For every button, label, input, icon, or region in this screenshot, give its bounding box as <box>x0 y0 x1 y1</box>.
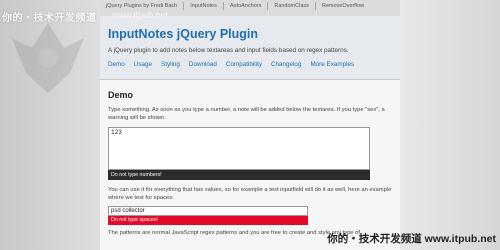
page-subtitle: A jQuery plugin to add notes below texta… <box>108 47 349 54</box>
page-header: InputNotes jQuery Plugin A jQuery plugin… <box>100 16 400 80</box>
nav-item-autoanchors[interactable]: AutoAnchors <box>224 1 269 10</box>
link-demo[interactable]: Demo <box>108 61 125 68</box>
link-styling[interactable]: Styling <box>161 61 180 68</box>
demo-intro: Type something. As soon as you type a nu… <box>108 107 385 121</box>
demo-section: Demo Type something. As soon as you type… <box>100 80 400 250</box>
demo-paragraph-spaces: You can use it for everything that has v… <box>108 187 392 201</box>
watermark-bottom-url: www.itpub.net <box>424 233 496 245</box>
nav-item-fredi-bach[interactable]: jQuery Plugins by Fredi Bach <box>100 1 185 10</box>
nav-item-inputnotes[interactable]: InputNotes <box>184 1 224 10</box>
nav-item-randomclass[interactable]: RandomClass <box>268 1 316 10</box>
link-usage[interactable]: Usage <box>134 61 152 68</box>
right-background <box>400 0 500 250</box>
textarea-note: Do not type numbers! <box>108 170 370 180</box>
watermark-bottom-brand: 你的・技术开发频道 <box>327 233 422 245</box>
link-changelog[interactable]: Changelog <box>271 61 301 68</box>
link-download[interactable]: Download <box>189 61 217 68</box>
demo-title: Demo <box>108 90 134 100</box>
section-links: Demo Usage Styling Download Compatibilit… <box>108 61 392 68</box>
watermark-top-url: www.itpub.net <box>112 10 169 20</box>
demo-input-field[interactable]: psd collector <box>108 206 308 216</box>
page-title: InputNotes jQuery Plugin <box>108 27 259 41</box>
nav-item-removeoverflow[interactable]: RemoveOverflow <box>316 2 370 10</box>
crest-icon <box>12 23 84 93</box>
watermark-top-brand: 你的・技术开发频道 <box>2 13 97 24</box>
link-more-examples[interactable]: More Examples <box>310 61 354 68</box>
input-warning-note: Do not type spaces! <box>108 216 308 225</box>
demo-textarea[interactable]: 123 <box>108 127 370 170</box>
link-compatibility[interactable]: Compatibility <box>226 61 262 68</box>
watermark-bottom: 你的・技术开发频道 www.itpub.net <box>327 231 496 246</box>
